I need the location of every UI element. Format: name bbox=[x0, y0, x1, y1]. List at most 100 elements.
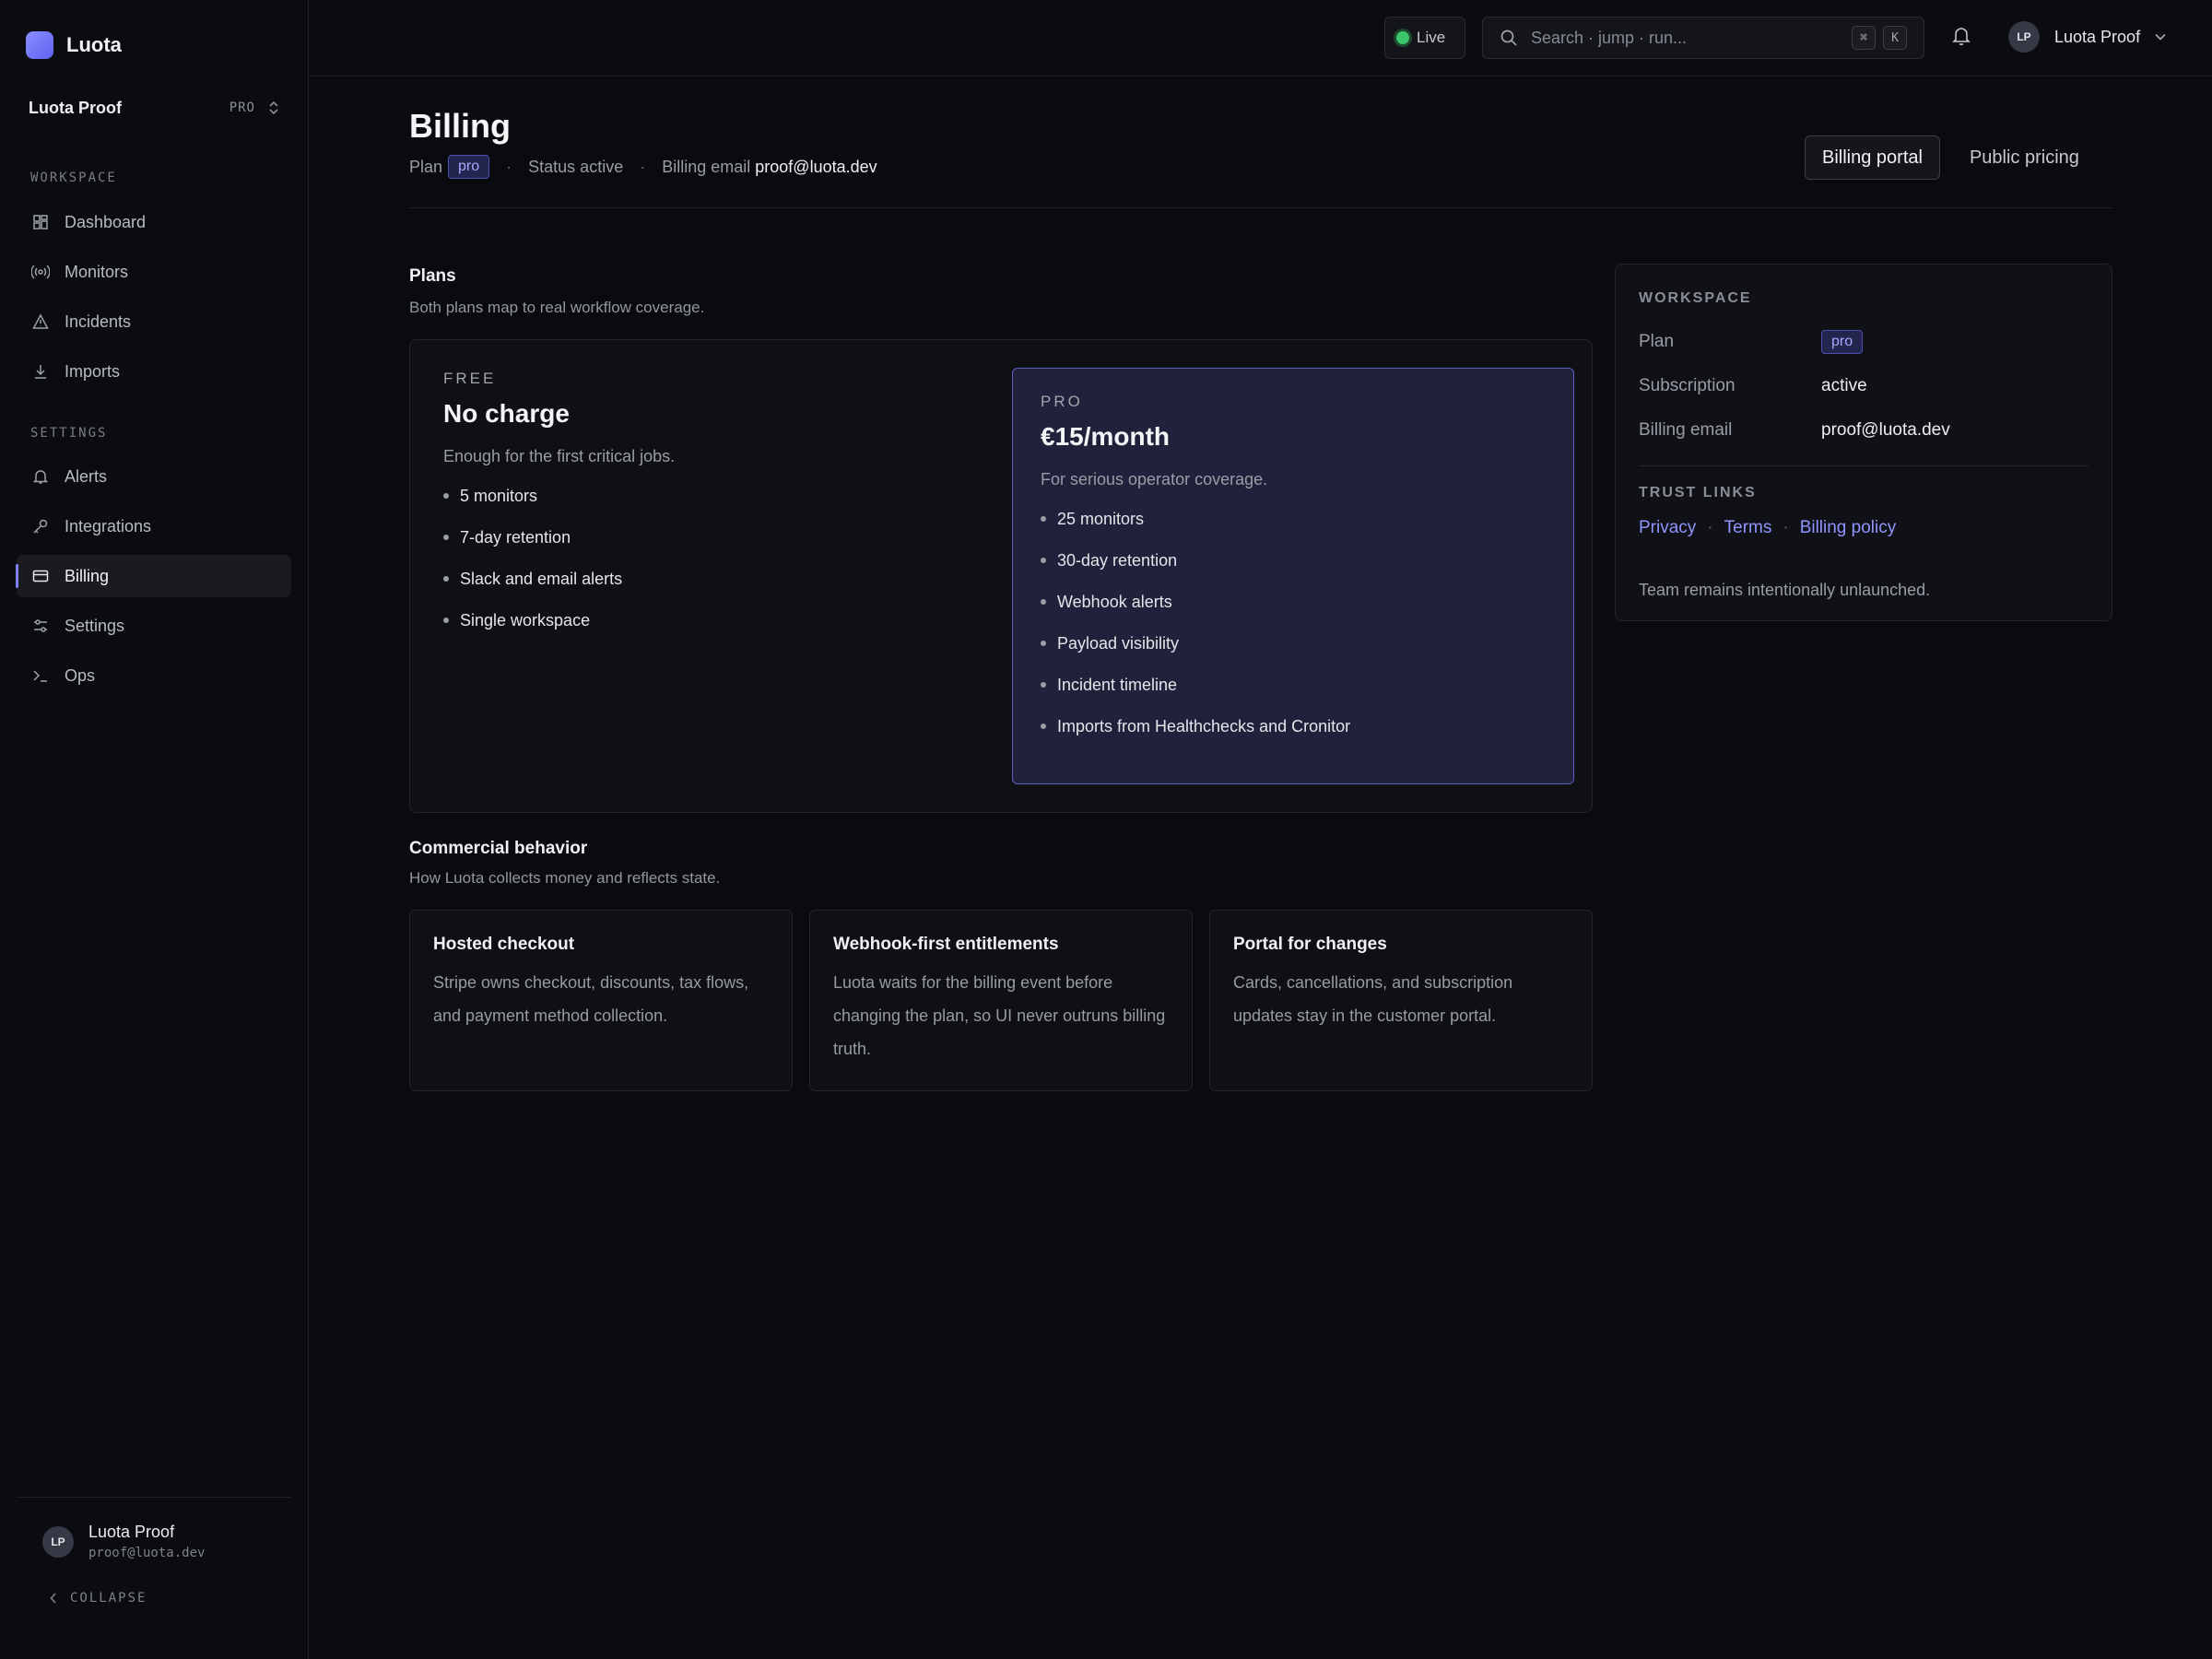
list-item: Single workspace bbox=[443, 611, 675, 653]
terms-link[interactable]: Terms bbox=[1724, 518, 1772, 538]
list-item: 5 monitors bbox=[443, 487, 675, 528]
email-value: proof@luota.dev bbox=[755, 157, 877, 176]
card-title: Portal for changes bbox=[1233, 935, 1387, 954]
list-item: 25 monitors bbox=[1041, 510, 1350, 551]
separator: · bbox=[506, 157, 512, 176]
workspace-panel: WORKSPACE Plan pro Subscription active B… bbox=[1615, 264, 2112, 621]
sidebar-item-label: Imports bbox=[65, 361, 121, 381]
sidebar-item-integrations[interactable]: Integrations bbox=[17, 505, 291, 547]
card-body: Cards, cancellations, and subscription u… bbox=[1233, 973, 1513, 1025]
separator: · bbox=[1707, 518, 1713, 537]
panel-row-email: Billing email proof@luota.dev bbox=[1639, 408, 2088, 453]
plan-tier: FREE bbox=[443, 370, 497, 387]
plan-price: No charge bbox=[443, 399, 570, 428]
sidebar-item-imports[interactable]: Imports bbox=[17, 350, 291, 393]
sidebar-item-alerts[interactable]: Alerts bbox=[17, 455, 291, 498]
plan-tier: PRO bbox=[1041, 393, 1083, 410]
warning-icon bbox=[31, 312, 50, 331]
card-body: Stripe owns checkout, discounts, tax flo… bbox=[433, 973, 749, 1025]
settings-section-label: SETTINGS bbox=[30, 426, 108, 441]
billing-policy-link[interactable]: Billing policy bbox=[1800, 518, 1897, 538]
email-label: Billing email bbox=[662, 157, 751, 176]
sidebar-item-billing[interactable]: Billing bbox=[16, 555, 291, 597]
list-item: Imports from Healthchecks and Cronitor bbox=[1041, 717, 1350, 759]
row-key: Billing email bbox=[1639, 420, 1733, 440]
panel-row-subscription: Subscription active bbox=[1639, 364, 2088, 408]
trust-links-label: TRUST LINKS bbox=[1639, 485, 1757, 500]
card-body: Luota waits for the billing event before… bbox=[833, 973, 1166, 1058]
list-item: Payload visibility bbox=[1041, 634, 1350, 676]
live-label: Live bbox=[1417, 29, 1446, 46]
row-key: Plan bbox=[1639, 332, 1675, 351]
sidebar: Luota Luota Proof PRO WORKSPACE Dashboar… bbox=[0, 0, 309, 1659]
sidebar-item-label: Alerts bbox=[65, 466, 108, 486]
separator: · bbox=[640, 157, 646, 176]
avatar: LP bbox=[2008, 21, 2040, 53]
user-menu[interactable]: LP Luota Proof bbox=[2008, 21, 2166, 53]
plan-card-pro: PRO €15/month For serious operator cover… bbox=[1012, 368, 1574, 784]
avatar: LP bbox=[42, 1525, 74, 1558]
collapse-button[interactable]: COLLAPSE bbox=[50, 1591, 147, 1606]
list-item: 30-day retention bbox=[1041, 551, 1350, 593]
commercial-title: Commercial behavior bbox=[409, 839, 588, 858]
page-title: Billing bbox=[409, 107, 511, 145]
download-icon bbox=[31, 362, 50, 381]
sidebar-item-label: Integrations bbox=[65, 516, 152, 535]
workspace-name: Luota Proof bbox=[29, 98, 122, 117]
key-icon bbox=[31, 517, 50, 535]
sidebar-item-dashboard[interactable]: Dashboard bbox=[17, 201, 291, 243]
card-title: Hosted checkout bbox=[433, 935, 575, 954]
notifications-button[interactable] bbox=[1952, 26, 1971, 51]
separator: · bbox=[1783, 518, 1789, 537]
plan-description: Enough for the first critical jobs. bbox=[443, 447, 676, 465]
workspace-tier: PRO bbox=[229, 100, 255, 115]
workspace-switcher[interactable]: Luota Proof PRO bbox=[29, 96, 279, 120]
sidebar-user-name: Luota Proof bbox=[88, 1523, 175, 1541]
workspace-section-label: WORKSPACE bbox=[30, 171, 117, 185]
live-status[interactable]: Live bbox=[1384, 17, 1465, 59]
plan-label: Plan bbox=[409, 157, 443, 176]
card-webhook-entitlements: Webhook-first entitlements Luota waits f… bbox=[809, 910, 1193, 1091]
brand-name: Luota bbox=[66, 33, 122, 56]
trust-links: Privacy · Terms · Billing policy bbox=[1639, 518, 2088, 538]
sidebar-item-ops[interactable]: Ops bbox=[17, 654, 291, 697]
public-pricing-button[interactable]: Public pricing bbox=[1957, 135, 2092, 180]
kbd-k: K bbox=[1883, 26, 1907, 50]
row-key: Subscription bbox=[1639, 376, 1735, 395]
plan-badge: pro bbox=[1821, 330, 1864, 354]
privacy-link[interactable]: Privacy bbox=[1639, 518, 1696, 538]
plans-title: Plans bbox=[409, 266, 456, 286]
sidebar-divider bbox=[17, 1497, 291, 1498]
row-value: proof@luota.dev bbox=[1821, 420, 1950, 440]
search-placeholder: Search · jump · run... bbox=[1531, 28, 1688, 47]
plans-subtitle: Both plans map to real workflow coverage… bbox=[409, 299, 705, 316]
collapse-label: COLLAPSE bbox=[70, 1591, 147, 1606]
panel-note: Team remains intentionally unlaunched. bbox=[1639, 581, 1931, 599]
plan-price: €15/month bbox=[1041, 422, 1171, 451]
panel-divider bbox=[1639, 465, 2088, 466]
sidebar-item-label: Ops bbox=[65, 665, 96, 685]
bell-icon bbox=[31, 467, 50, 486]
header-divider bbox=[409, 207, 2112, 208]
plan-features: 5 monitors 7-day retention Slack and ema… bbox=[443, 487, 675, 653]
broadcast-icon bbox=[31, 263, 50, 281]
billing-meta: Plan pro · Status active · Billing email… bbox=[409, 155, 877, 179]
brand[interactable]: Luota bbox=[26, 31, 122, 59]
search-input[interactable]: Search · jump · run... ⌘ K bbox=[1482, 17, 1924, 59]
sidebar-user[interactable]: LP Luota Proof proof@luota.dev bbox=[42, 1523, 205, 1560]
user-menu-name: Luota Proof bbox=[2054, 27, 2141, 46]
topbar: Live Search · jump · run... ⌘ K LP Luota… bbox=[310, 0, 2212, 76]
panel-row-plan: Plan pro bbox=[1639, 320, 2088, 364]
terminal-icon bbox=[31, 666, 50, 685]
search-icon bbox=[1500, 29, 1517, 46]
plan-features: 25 monitors 30-day retention Webhook ale… bbox=[1041, 510, 1350, 759]
plan-card-free: FREE No charge Enough for the first crit… bbox=[443, 370, 675, 653]
sidebar-item-monitors[interactable]: Monitors bbox=[17, 251, 291, 293]
billing-portal-button[interactable]: Billing portal bbox=[1805, 135, 1940, 180]
sidebar-item-incidents[interactable]: Incidents bbox=[17, 300, 291, 343]
bell-icon bbox=[1952, 28, 1971, 45]
chevron-left-icon bbox=[50, 1593, 56, 1604]
sidebar-item-settings[interactable]: Settings bbox=[17, 605, 291, 647]
list-item: Incident timeline bbox=[1041, 676, 1350, 717]
list-item: Slack and email alerts bbox=[443, 570, 675, 611]
